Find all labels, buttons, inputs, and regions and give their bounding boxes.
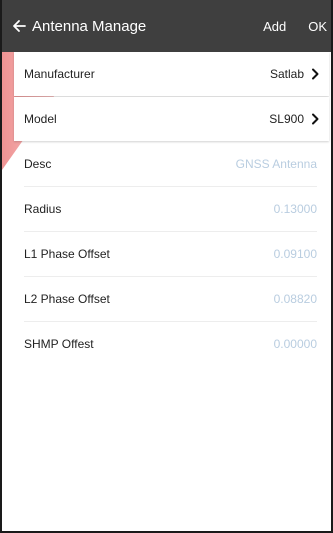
chevron-right-icon bbox=[311, 113, 319, 125]
row-label: Desc bbox=[24, 157, 52, 171]
radius-field[interactable]: 0.13000 bbox=[274, 202, 317, 216]
app-screen: Antenna Manage Add OK Manufacturer Satla… bbox=[0, 0, 333, 533]
row-label: L2 Phase Offset bbox=[24, 292, 110, 306]
ok-button[interactable]: OK bbox=[308, 19, 327, 34]
row-label: Manufacturer bbox=[24, 67, 95, 81]
chevron-right-icon bbox=[311, 68, 319, 80]
antenna-property-list: Manufacturer Satlab Model SL900 Desc GNS… bbox=[2, 52, 331, 366]
top-app-bar: Antenna Manage Add OK bbox=[2, 0, 331, 52]
row-label: Radius bbox=[24, 202, 62, 216]
row-label: L1 Phase Offset bbox=[24, 247, 110, 261]
desc-field[interactable]: GNSS Antenna bbox=[236, 157, 317, 171]
row-l1-phase-offset[interactable]: L1 Phase Offset 0.09100 bbox=[24, 232, 317, 277]
row-l2-phase-offset[interactable]: L2 Phase Offset 0.08820 bbox=[24, 277, 317, 322]
row-model[interactable]: Model SL900 bbox=[14, 97, 329, 141]
row-value-group: Satlab bbox=[270, 67, 319, 81]
add-button[interactable]: Add bbox=[263, 19, 286, 34]
row-label: Model bbox=[24, 112, 57, 126]
page-title: Antenna Manage bbox=[32, 17, 147, 35]
row-shmp-offset[interactable]: SHMP Offest 0.00000 bbox=[24, 322, 317, 366]
row-value: SL900 bbox=[269, 112, 304, 126]
l2-phase-offset-field[interactable]: 0.08820 bbox=[274, 292, 317, 306]
arrow-left-icon bbox=[13, 20, 26, 32]
shmp-offset-field[interactable]: 0.00000 bbox=[274, 337, 317, 351]
back-button[interactable] bbox=[8, 0, 30, 52]
l1-phase-offset-field[interactable]: 0.09100 bbox=[274, 247, 317, 261]
row-desc[interactable]: Desc GNSS Antenna bbox=[24, 142, 317, 187]
row-value: Satlab bbox=[269, 67, 304, 81]
row-value-group: SL900 bbox=[269, 112, 319, 126]
row-manufacturer[interactable]: Manufacturer Satlab bbox=[14, 52, 329, 96]
row-radius[interactable]: Radius 0.13000 bbox=[24, 187, 317, 232]
row-label: SHMP Offest bbox=[24, 337, 94, 351]
